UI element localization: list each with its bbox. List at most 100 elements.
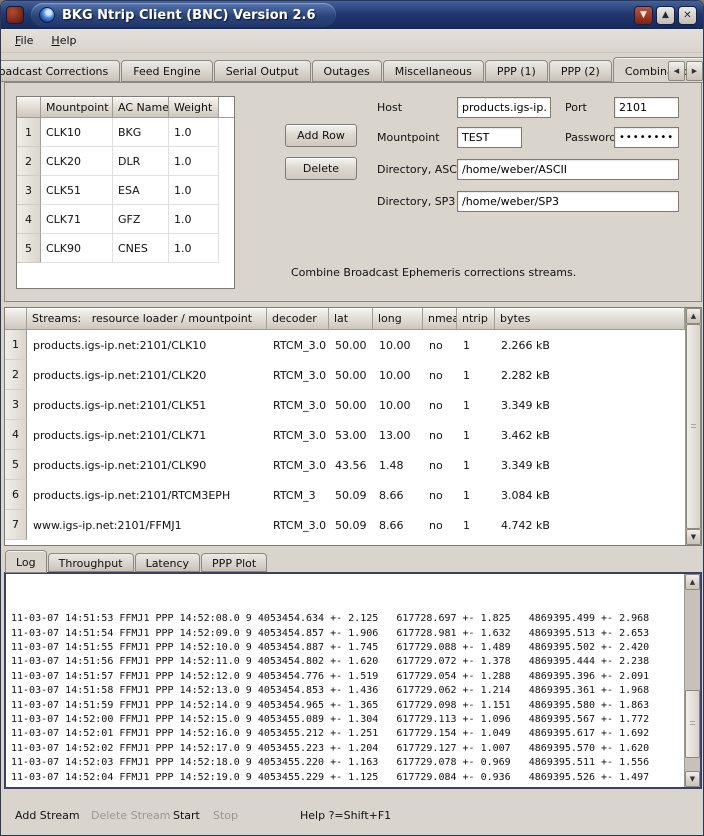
combination-table-row[interactable]: 4 CLK71 GFZ 1.0	[17, 205, 234, 234]
header-decoder[interactable]: decoder	[267, 308, 329, 330]
add-row-button[interactable]: Add Row	[285, 124, 357, 147]
stream-row[interactable]: 6 products.igs-ip.net:2101/RTCM3EPH RTCM…	[5, 480, 685, 510]
stream-bytes[interactable]: 2.282 kB	[495, 360, 685, 390]
host-input[interactable]	[457, 97, 551, 118]
maximize-button[interactable]: ▲	[656, 6, 675, 25]
log-scroll-down-button[interactable]: ▼	[685, 771, 700, 787]
directory-sp3-input[interactable]	[457, 191, 679, 212]
cell-mountpoint[interactable]: CLK51	[41, 176, 113, 205]
cell-ac-name[interactable]: BKG	[113, 118, 169, 147]
stream-mountpoint[interactable]: products.igs-ip.net:2101/CLK51	[27, 390, 267, 420]
tab-serial-output[interactable]: Serial Output	[214, 60, 311, 82]
stream-long[interactable]: 13.00	[373, 420, 423, 450]
cell-mountpoint[interactable]: CLK10	[41, 118, 113, 147]
tab-throughput[interactable]: Throughput	[48, 553, 134, 572]
stream-lat[interactable]: 50.00	[329, 330, 373, 360]
header-ac-name[interactable]: AC Name	[113, 97, 169, 118]
stream-lat[interactable]: 43.56	[329, 450, 373, 480]
port-input[interactable]	[614, 97, 679, 118]
stream-bytes[interactable]: 3.349 kB	[495, 390, 685, 420]
tab-ppp-2[interactable]: PPP (2)	[549, 60, 612, 82]
log-scroll-up-button[interactable]: ▲	[685, 574, 700, 590]
stream-bytes[interactable]: 3.084 kB	[495, 480, 685, 510]
stream-nmea[interactable]: no	[423, 420, 457, 450]
cell-ac-name[interactable]: ESA	[113, 176, 169, 205]
stream-mountpoint[interactable]: products.igs-ip.net:2101/CLK20	[27, 360, 267, 390]
stream-ntrip[interactable]: 1	[457, 510, 495, 540]
stream-decoder[interactable]: RTCM_3.0	[267, 360, 329, 390]
stream-decoder[interactable]: RTCM_3.0	[267, 510, 329, 540]
stream-ntrip[interactable]: 1	[457, 330, 495, 360]
tab-scroll-right-button[interactable]: ▶	[686, 61, 703, 81]
stream-nmea[interactable]: no	[423, 510, 457, 540]
stream-decoder[interactable]: RTCM_3.0	[267, 330, 329, 360]
tab-miscellaneous[interactable]: Miscellaneous	[383, 60, 484, 82]
log-scrollbar-track[interactable]	[685, 590, 700, 771]
stream-ntrip[interactable]: 1	[457, 360, 495, 390]
stream-bytes[interactable]: 2.266 kB	[495, 330, 685, 360]
combination-table-row[interactable]: 5 CLK90 CNES 1.0	[17, 234, 234, 263]
header-weight[interactable]: Weight	[169, 97, 219, 118]
stream-nmea[interactable]: no	[423, 330, 457, 360]
stream-decoder[interactable]: RTCM_3.0	[267, 450, 329, 480]
tab-ppp-plot[interactable]: PPP Plot	[201, 553, 267, 572]
stream-row[interactable]: 5 products.igs-ip.net:2101/CLK90 RTCM_3.…	[5, 450, 685, 480]
header-mountpoint[interactable]: Mountpoint	[41, 97, 113, 118]
stream-nmea[interactable]: no	[423, 480, 457, 510]
stream-bytes[interactable]: 4.742 kB	[495, 510, 685, 540]
stream-mountpoint[interactable]: products.igs-ip.net:2101/RTCM3EPH	[27, 480, 267, 510]
stream-long[interactable]: 10.00	[373, 330, 423, 360]
password-input[interactable]	[614, 127, 679, 148]
cell-ac-name[interactable]: DLR	[113, 147, 169, 176]
stream-lat[interactable]: 50.09	[329, 510, 373, 540]
streams-scrollbar-thumb[interactable]	[686, 324, 701, 529]
stream-bytes[interactable]: 3.462 kB	[495, 420, 685, 450]
mountpoint-input[interactable]	[457, 127, 522, 148]
combination-table-row[interactable]: 3 CLK51 ESA 1.0	[17, 176, 234, 205]
stream-nmea[interactable]: no	[423, 360, 457, 390]
minimize-button[interactable]: ▼	[634, 6, 653, 25]
stream-row[interactable]: 4 products.igs-ip.net:2101/CLK71 RTCM_3.…	[5, 420, 685, 450]
stream-mountpoint[interactable]: products.igs-ip.net:2101/CLK71	[27, 420, 267, 450]
header-lat[interactable]: lat	[329, 308, 373, 330]
stream-mountpoint[interactable]: www.igs-ip.net:2101/FFMJ1	[27, 510, 267, 540]
scroll-down-button[interactable]: ▼	[686, 529, 701, 545]
stream-decoder[interactable]: RTCM_3	[267, 480, 329, 510]
log-scrollbar-thumb[interactable]	[685, 690, 700, 759]
header-nmea[interactable]: nmea	[423, 308, 457, 330]
header-long[interactable]: long	[373, 308, 423, 330]
cell-ac-name[interactable]: GFZ	[113, 205, 169, 234]
tab-ppp-1[interactable]: PPP (1)	[485, 60, 548, 82]
cell-weight[interactable]: 1.0	[169, 118, 219, 147]
cell-weight[interactable]: 1.0	[169, 234, 219, 263]
stream-long[interactable]: 10.00	[373, 390, 423, 420]
tab-feed-engine[interactable]: Feed Engine	[121, 60, 212, 82]
stream-decoder[interactable]: RTCM_3.0	[267, 390, 329, 420]
stream-lat[interactable]: 50.00	[329, 390, 373, 420]
cell-mountpoint[interactable]: CLK20	[41, 147, 113, 176]
stream-lat[interactable]: 50.00	[329, 360, 373, 390]
cell-mountpoint[interactable]: CLK71	[41, 205, 113, 234]
stream-nmea[interactable]: no	[423, 390, 457, 420]
stream-nmea[interactable]: no	[423, 450, 457, 480]
delete-button[interactable]: Delete	[285, 157, 357, 180]
start-button[interactable]: Start	[173, 809, 200, 822]
add-stream-button[interactable]: Add Stream	[15, 809, 80, 822]
cell-weight[interactable]: 1.0	[169, 205, 219, 234]
stream-ntrip[interactable]: 1	[457, 420, 495, 450]
stream-decoder[interactable]: RTCM_3.0	[267, 420, 329, 450]
tab-scroll-left-button[interactable]: ◀	[668, 61, 685, 81]
stream-row[interactable]: 3 products.igs-ip.net:2101/CLK51 RTCM_3.…	[5, 390, 685, 420]
stream-long[interactable]: 1.48	[373, 450, 423, 480]
stream-mountpoint[interactable]: products.igs-ip.net:2101/CLK90	[27, 450, 267, 480]
menu-file[interactable]: File	[6, 31, 42, 50]
stop-button[interactable]: Stop	[213, 809, 238, 822]
stream-mountpoint[interactable]: products.igs-ip.net:2101/CLK10	[27, 330, 267, 360]
header-ntrip[interactable]: ntrip	[457, 308, 495, 330]
tab-latency[interactable]: Latency	[135, 553, 200, 572]
cell-weight[interactable]: 1.0	[169, 176, 219, 205]
stream-row[interactable]: 1 products.igs-ip.net:2101/CLK10 RTCM_3.…	[5, 330, 685, 360]
stream-long[interactable]: 8.66	[373, 480, 423, 510]
cell-ac-name[interactable]: CNES	[113, 234, 169, 263]
delete-stream-button[interactable]: Delete Stream	[91, 809, 170, 822]
